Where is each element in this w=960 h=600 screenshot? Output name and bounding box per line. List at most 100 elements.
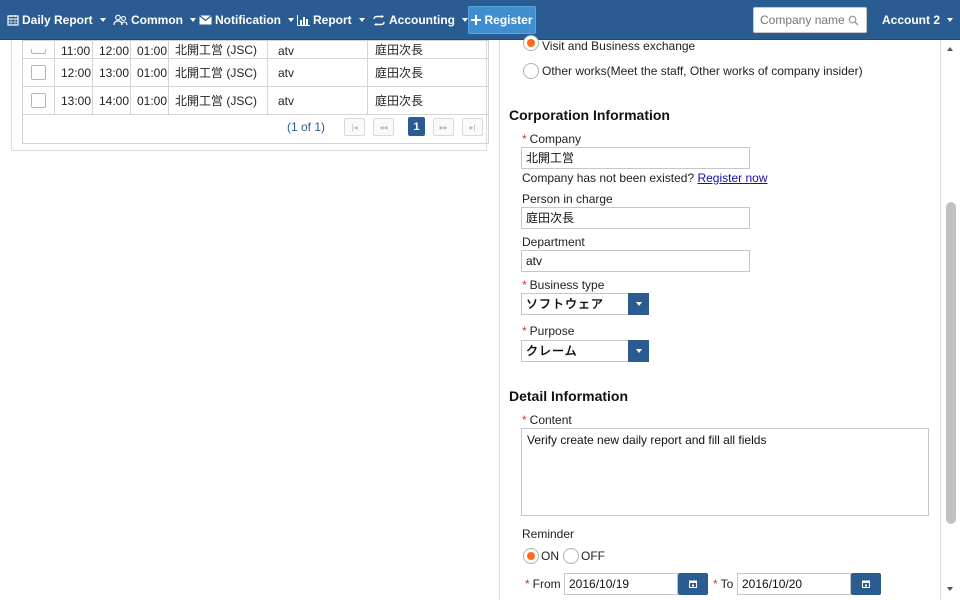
row-checkbox[interactable] (31, 49, 46, 55)
corporation-section-title: Corporation Information (509, 107, 670, 123)
scroll-up-arrow-icon[interactable] (947, 47, 953, 51)
person-in-charge-field[interactable]: 庭田次長 (521, 207, 750, 229)
purpose-select[interactable]: クレーム (521, 340, 649, 362)
company-label: * Company (522, 132, 581, 146)
business-type-value: ソフトウェア (526, 297, 605, 311)
end-time-cell: 12:00 (92, 40, 131, 59)
table-row[interactable]: 11:00 12:00 01:00 北開工営 (JSC) atv 庭田次長 (22, 40, 489, 59)
chevron-down-icon[interactable] (628, 293, 649, 315)
required-mark: * (522, 324, 527, 338)
report-table: 11:00 12:00 01:00 北開工営 (JSC) atv 庭田次長 12… (22, 40, 489, 115)
from-date-field[interactable]: 2016/10/19 (564, 573, 678, 595)
first-page-icon: |◂ (351, 122, 358, 132)
chevron-down-icon (190, 18, 196, 22)
work-type-visit-radio[interactable] (523, 34, 539, 51)
search-icon[interactable] (848, 15, 859, 26)
to-label-text: To (720, 577, 734, 591)
account-menu-label: Account 2 (882, 13, 941, 27)
content-textarea[interactable]: Verify create new daily report and fill … (521, 428, 929, 516)
company-search (753, 7, 867, 33)
vertical-scrollbar[interactable] (942, 40, 960, 600)
page-count-label: (1 of 1) (287, 120, 326, 134)
chevron-down-icon (358, 18, 365, 22)
account-menu[interactable]: Account 2 (882, 0, 954, 40)
business-type-label: * Business type (522, 278, 604, 292)
envelope-icon (199, 15, 212, 25)
department-cell: atv (267, 58, 368, 87)
chevron-down-icon (99, 18, 106, 22)
next-page-icon: ▸▸ (439, 122, 448, 132)
required-mark: * (522, 413, 527, 427)
calendar-icon (862, 580, 870, 588)
nav-daily-report[interactable]: Daily Report (7, 0, 106, 40)
department-cell: atv (267, 40, 368, 59)
work-type-other-radio[interactable] (523, 63, 539, 79)
calendar-icon (689, 580, 697, 588)
scrollbar-thumb[interactable] (946, 202, 956, 524)
from-label-text: From (532, 577, 561, 591)
current-page-button[interactable]: 1 (408, 117, 425, 136)
work-type-other-option[interactable]: Other works(Meet the staff, Other works … (523, 63, 863, 79)
reminder-on-radio[interactable] (523, 548, 539, 564)
nav-accounting[interactable]: Accounting (372, 0, 468, 40)
first-page-button[interactable]: |◂ (344, 118, 365, 136)
last-page-icon: ▸| (469, 122, 476, 132)
exchange-icon (373, 14, 385, 26)
nav-report-label: Report (313, 13, 352, 27)
nav-daily-report-label: Daily Report (22, 13, 93, 27)
row-checkbox-cell (22, 40, 55, 59)
chevron-down-icon (947, 18, 954, 22)
person-cell: 庭田次長 (367, 58, 489, 87)
person-cell: 庭田次長 (367, 40, 489, 59)
department-label: Department (522, 235, 585, 249)
company-cell: 北開工営 (JSC) (168, 40, 268, 59)
required-mark: * (713, 577, 718, 591)
scroll-down-arrow-icon[interactable] (947, 587, 953, 591)
to-label: * To (713, 577, 733, 591)
purpose-label: * Purpose (522, 324, 574, 338)
pagination: (1 of 1) |◂ ◂◂ 1 ▸▸ ▸| (22, 110, 489, 144)
required-mark: * (522, 132, 527, 146)
to-date-field[interactable]: 2016/10/20 (737, 573, 851, 595)
nav-common[interactable]: Common (113, 0, 196, 40)
register-button[interactable]: Register (468, 6, 536, 34)
row-checkbox[interactable] (31, 93, 46, 109)
next-page-button[interactable]: ▸▸ (433, 118, 454, 136)
previous-page-button[interactable]: ◂◂ (373, 118, 394, 136)
last-page-button[interactable]: ▸| (462, 118, 483, 136)
start-time-cell: 12:00 (54, 58, 93, 87)
nav-notification[interactable]: Notification (199, 0, 294, 40)
nav-notification-label: Notification (215, 13, 281, 27)
from-date-picker-button[interactable] (678, 573, 708, 595)
start-time-cell: 11:00 (54, 40, 93, 59)
content-label-text: Content (529, 413, 572, 427)
register-now-link[interactable]: Register now (697, 171, 767, 185)
company-field[interactable]: 北開工営 (521, 147, 750, 169)
register-button-label: Register (484, 13, 533, 27)
to-date-picker-button[interactable] (851, 573, 881, 595)
company-search-input[interactable] (754, 8, 844, 32)
business-type-label-text: Business type (529, 278, 605, 292)
nav-report[interactable]: Report (297, 0, 365, 40)
nav-accounting-label: Accounting (389, 13, 455, 27)
row-checkbox[interactable] (31, 65, 46, 81)
reminder-off-option[interactable]: OFF (563, 548, 605, 564)
bar-chart-icon (297, 14, 310, 26)
company-note: Company has not been existed? Register n… (522, 171, 768, 185)
reminder-off-radio[interactable] (563, 548, 579, 564)
top-navbar: Daily Report Common Notification Report … (0, 0, 960, 40)
content-label: * Content (522, 413, 572, 427)
duration-cell: 01:00 (130, 58, 169, 87)
business-type-select[interactable]: ソフトウェア (521, 293, 649, 315)
previous-page-icon: ◂◂ (379, 122, 388, 132)
person-in-charge-label: Person in charge (522, 192, 613, 206)
chevron-down-icon[interactable] (628, 340, 649, 362)
required-mark: * (522, 278, 527, 292)
duration-cell: 01:00 (130, 40, 169, 59)
users-icon (113, 14, 128, 26)
table-row[interactable]: 12:00 13:00 01:00 北開工営 (JSC) atv 庭田次長 (22, 58, 489, 87)
work-type-visit-option[interactable]: Visit and Business exchange (523, 34, 695, 54)
department-field[interactable]: atv (521, 250, 750, 272)
reminder-on-option[interactable]: ON (523, 548, 559, 564)
current-page-number: 1 (413, 120, 420, 133)
